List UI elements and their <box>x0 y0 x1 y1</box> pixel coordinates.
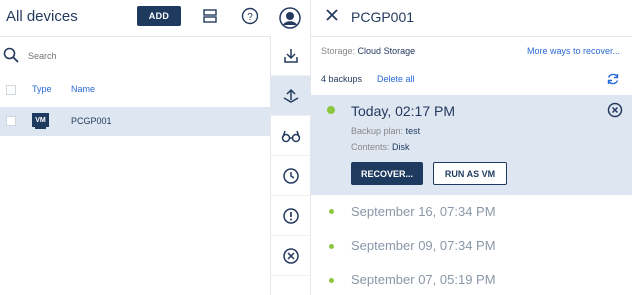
contents-value: Disk <box>392 142 410 152</box>
more-ways-link[interactable]: More ways to recover... <box>527 46 620 56</box>
backup-count: 4 backups <box>321 74 363 84</box>
storage-value: Cloud Storage <box>357 46 416 56</box>
column-type[interactable]: Type <box>32 84 52 94</box>
timeline-dot <box>327 106 335 114</box>
selected-backup[interactable]: Today, 02:17 PM Backup plan: test Conten… <box>311 95 632 195</box>
search-input[interactable] <box>28 47 258 65</box>
timeline-dot <box>329 278 334 283</box>
backup-item[interactable]: September 16, 07:34 PM <box>351 204 496 219</box>
backup-item[interactable]: September 07, 05:19 PM <box>351 272 496 287</box>
top-bar: All devices ADD ? <box>0 0 310 36</box>
user-profile-icon[interactable] <box>278 6 302 35</box>
close-icon[interactable] <box>325 8 339 27</box>
refresh-icon[interactable] <box>606 72 620 91</box>
table-header: Type Name <box>0 80 270 100</box>
backup-plan: Backup plan: test <box>351 126 420 136</box>
backup-item[interactable]: September 09, 07:34 PM <box>351 238 496 253</box>
storage-info: Storage: Cloud Storage <box>321 46 415 56</box>
backup-icon[interactable] <box>271 76 311 116</box>
recovery-icon[interactable] <box>271 36 311 76</box>
panel-title: PCGP001 <box>351 9 415 25</box>
cancel-icon[interactable] <box>271 236 311 276</box>
details-panel: PCGP001 Storage: Cloud Storage More ways… <box>310 0 632 295</box>
select-all-checkbox[interactable] <box>6 85 16 95</box>
backup-contents: Contents: Disk <box>351 142 410 152</box>
backup-title: Today, 02:17 PM <box>351 103 456 119</box>
vm-icon-base <box>35 127 46 129</box>
search-row <box>0 44 270 68</box>
layout-icon[interactable] <box>198 4 222 28</box>
table-row[interactable]: VM PCGP001 <box>0 107 270 136</box>
action-column <box>270 36 311 295</box>
add-button[interactable]: ADD <box>137 6 181 26</box>
vm-icon: VM <box>32 113 49 127</box>
glasses-icon[interactable] <box>271 116 311 156</box>
device-list-panel: All devices ADD ? Type Name VM PCGP0 <box>0 0 310 295</box>
panel-divider <box>311 36 632 37</box>
timeline-dot <box>329 209 334 214</box>
page-title: All devices <box>6 8 78 25</box>
svg-text:?: ? <box>247 12 253 23</box>
timeline-dot <box>329 244 334 249</box>
plan-label: Backup plan: <box>351 126 404 136</box>
header-divider <box>0 36 310 37</box>
alert-icon[interactable] <box>271 196 311 236</box>
delete-backup-icon[interactable] <box>607 102 623 123</box>
app-root: All devices ADD ? Type Name VM PCGP0 <box>0 0 632 295</box>
help-icon[interactable]: ? <box>238 4 262 28</box>
run-as-vm-button[interactable]: RUN AS VM <box>433 162 507 185</box>
recover-button[interactable]: RECOVER... <box>351 162 423 185</box>
column-name[interactable]: Name <box>71 84 95 94</box>
clock-icon[interactable] <box>271 156 311 196</box>
plan-value: test <box>405 126 421 136</box>
device-name: PCGP001 <box>71 116 112 126</box>
delete-all-link[interactable]: Delete all <box>377 74 415 84</box>
storage-label: Storage: <box>321 46 356 56</box>
contents-label: Contents: <box>351 142 390 152</box>
row-checkbox[interactable] <box>6 116 16 126</box>
search-icon[interactable] <box>2 46 20 69</box>
